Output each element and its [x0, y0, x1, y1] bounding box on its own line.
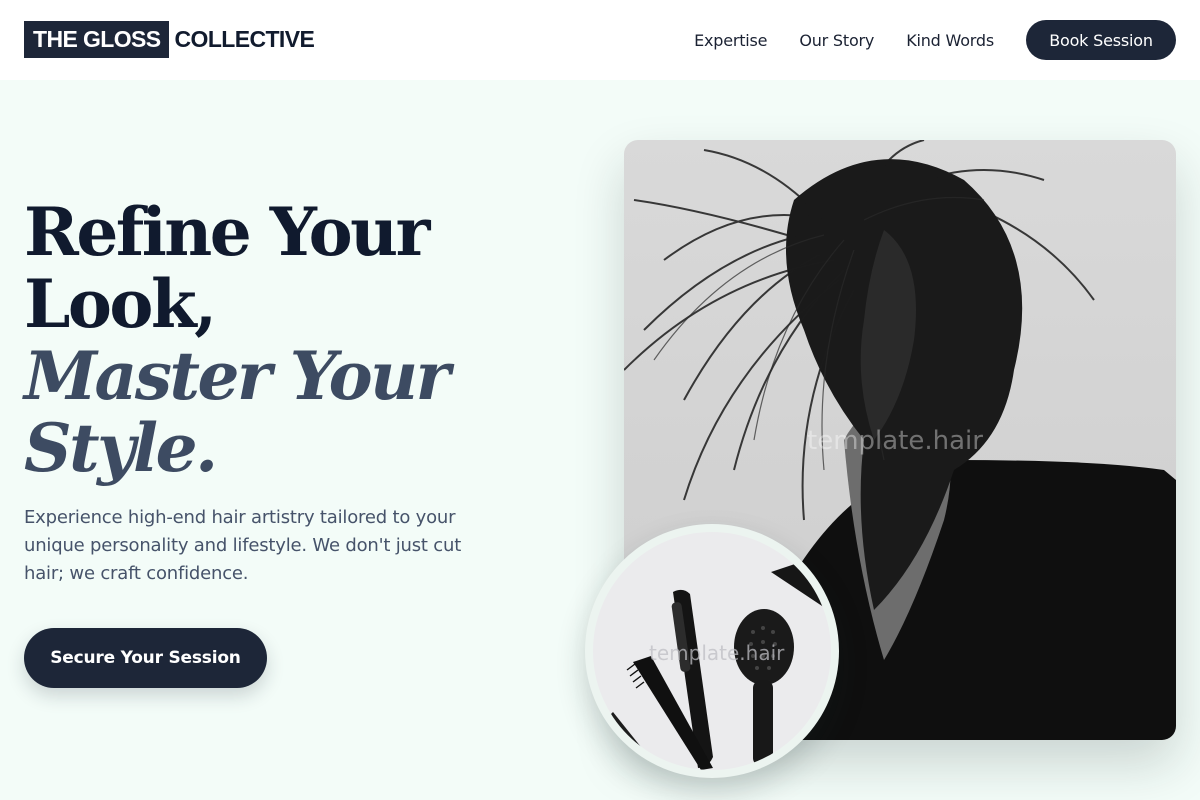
- tools-watermark: template.hair: [649, 641, 785, 665]
- hero-headline: Refine Your Look, Master Your Style.: [24, 193, 450, 487]
- site-header: THE GLOSS COLLECTIVE Expertise Our Story…: [0, 0, 1200, 80]
- logo-box: THE GLOSS: [24, 21, 169, 58]
- secure-session-button[interactable]: Secure Your Session: [24, 628, 267, 688]
- image-watermark: template.hair: [807, 426, 983, 456]
- headline-accent-line: Master Your: [24, 337, 450, 415]
- headline-line: Look,: [24, 265, 217, 343]
- book-session-button[interactable]: Book Session: [1026, 20, 1176, 60]
- hair-tools-image: template.hair: [585, 524, 839, 778]
- headline-line: Refine Your: [24, 193, 430, 271]
- hero-lead-text: Experience high-end hair artistry tailor…: [24, 507, 462, 584]
- headline-accent-line: Style.: [24, 409, 218, 487]
- nav-link-expertise[interactable]: Expertise: [694, 31, 767, 50]
- logo[interactable]: THE GLOSS COLLECTIVE: [24, 21, 315, 58]
- main-nav: Expertise Our Story Kind Words Book Sess…: [694, 20, 1176, 60]
- hair-tools-photo: template.hair: [593, 532, 831, 770]
- nav-link-kind-words[interactable]: Kind Words: [906, 31, 994, 50]
- logo-text: COLLECTIVE: [174, 26, 315, 52]
- nav-link-our-story[interactable]: Our Story: [799, 31, 874, 50]
